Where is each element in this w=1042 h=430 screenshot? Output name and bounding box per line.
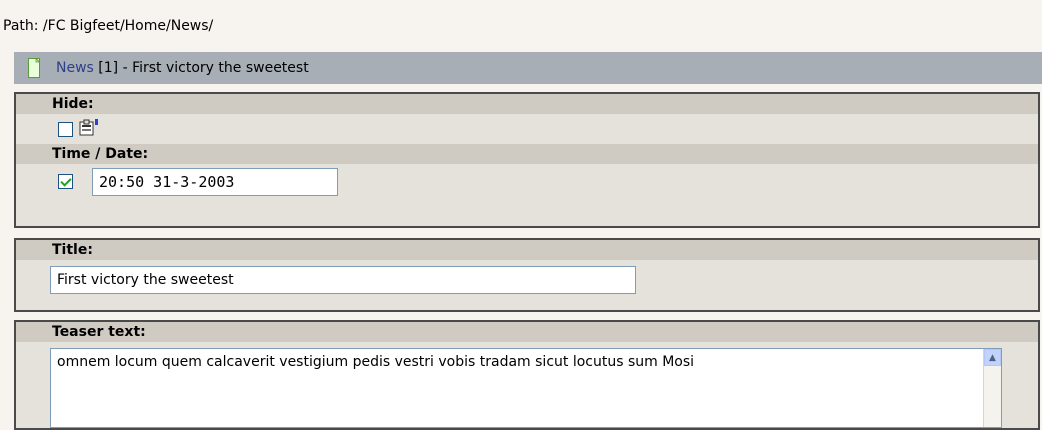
time-date-row [16,164,1038,206]
time-date-label: Time / Date: [16,144,1038,164]
teaser-scrollbar[interactable]: ▲ [983,349,1001,427]
document-icon [28,58,40,78]
hide-checkbox[interactable] [58,122,73,137]
breadcrumb-path: Path: /FC Bigfeet/Home/News/ [3,18,214,34]
scroll-up-arrow-icon[interactable]: ▲ [984,349,1001,366]
record-type-label: News [56,60,94,76]
teaser-label: Teaser text: [16,322,1038,342]
title-panel: Title: [14,238,1040,312]
record-title-text: [1] - First victory the sweetest [93,60,309,76]
access-panel: Hide: Time / Date: [14,92,1040,228]
record-header: News [1] - First victory the sweetest [14,52,1042,84]
record-properties-icon[interactable] [78,118,100,142]
time-date-checkbox[interactable] [58,174,73,189]
time-date-input[interactable] [92,168,338,196]
teaser-textarea[interactable]: omnem locum quem calcaverit vestigium pe… [50,348,1002,428]
hide-row [16,114,1038,144]
hide-label: Hide: [16,94,1038,114]
record-title: News [1] - First victory the sweetest [56,60,309,76]
teaser-text: omnem locum quem calcaverit vestigium pe… [57,354,695,370]
title-row [16,260,1038,310]
title-input[interactable] [50,266,636,294]
teaser-panel: Teaser text: omnem locum quem calcaverit… [14,320,1040,430]
title-label: Title: [16,240,1038,260]
